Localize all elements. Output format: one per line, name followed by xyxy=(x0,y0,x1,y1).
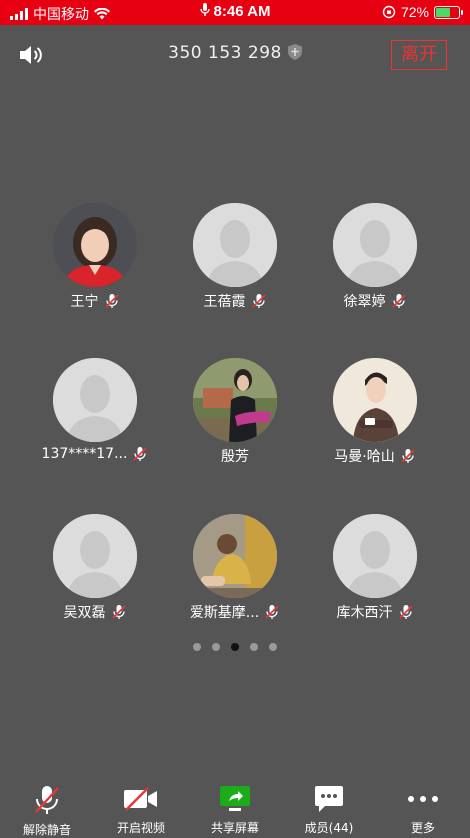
share-screen-icon xyxy=(220,786,250,811)
person-illustration-icon xyxy=(333,358,417,442)
unmute-button[interactable]: 解除静音 xyxy=(0,772,94,837)
default-avatar-icon xyxy=(333,203,417,287)
default-avatar-icon xyxy=(193,203,277,287)
page-dot[interactable] xyxy=(193,643,201,651)
microphone-icon xyxy=(199,3,210,16)
default-avatar-icon xyxy=(333,514,417,598)
start-video-button[interactable]: 开启视频 xyxy=(94,772,188,836)
meeting-id-text: 350 153 298 xyxy=(168,43,282,63)
more-label: 更多 xyxy=(410,821,435,835)
page-dot[interactable] xyxy=(250,643,258,651)
more-icon xyxy=(408,796,438,802)
participant-name: 库木西汗 xyxy=(336,605,393,621)
avatar xyxy=(193,203,277,287)
members-label: 成员(44) xyxy=(304,821,354,835)
participant-name: 徐翠婷 xyxy=(343,294,386,310)
mic-muted-icon xyxy=(251,294,266,308)
clock: 8:46 AM xyxy=(213,3,271,20)
avatar xyxy=(333,514,417,598)
shield-icon xyxy=(287,44,302,60)
participant-name: 王蓓霞 xyxy=(203,294,246,310)
meeting-header: 350 153 298 离开 xyxy=(0,25,470,85)
participant-name: 殷芳 xyxy=(221,449,249,465)
participant-tile[interactable]: 殷芳 xyxy=(160,358,310,466)
members-button[interactable]: 成员(44) xyxy=(282,772,376,836)
person-photo-icon xyxy=(193,358,277,442)
participant-name: 137****17... xyxy=(41,446,128,462)
meeting-toolbar: 解除静音 开启视频 共享屏幕 成员(44) 更多 xyxy=(0,772,470,837)
avatar xyxy=(53,514,137,598)
battery-percent: 72% xyxy=(400,4,429,20)
avatar xyxy=(193,358,277,442)
page-dot[interactable] xyxy=(231,643,239,651)
mic-muted-icon xyxy=(265,605,279,619)
share-screen-button[interactable]: 共享屏幕 xyxy=(188,772,282,836)
participant-tile[interactable]: 王宁 xyxy=(20,203,170,311)
mic-muted-icon xyxy=(104,294,119,308)
participant-tile[interactable]: 库木西汗 xyxy=(300,514,450,622)
avatar xyxy=(53,203,137,287)
start-video-label: 开启视频 xyxy=(116,821,165,835)
participant-name: 爱斯基摩... xyxy=(189,605,260,621)
battery-icon xyxy=(434,5,463,19)
mic-muted-icon xyxy=(111,605,126,619)
child-photo-icon xyxy=(193,514,277,598)
default-avatar-icon xyxy=(53,514,137,598)
default-avatar-icon xyxy=(53,358,137,442)
video-off-icon xyxy=(124,787,157,811)
avatar xyxy=(333,358,417,442)
participant-name: 吴双磊 xyxy=(63,605,106,621)
unmute-label: 解除静音 xyxy=(22,823,71,837)
participant-name: 马曼·哈山 xyxy=(334,449,395,465)
participant-name: 王宁 xyxy=(70,294,99,310)
status-bar: 中国移动 8:46 AM 72% xyxy=(0,0,470,25)
participant-tile[interactable]: 吴双磊 xyxy=(20,514,170,622)
page-indicator[interactable] xyxy=(0,643,470,651)
page-dot[interactable] xyxy=(269,643,277,651)
mic-muted-icon xyxy=(35,786,59,814)
avatar xyxy=(333,203,417,287)
mic-muted-icon xyxy=(391,294,406,308)
mic-muted-icon xyxy=(401,449,415,463)
orientation-lock-icon xyxy=(382,5,396,19)
chat-bubble-icon xyxy=(315,786,343,812)
participant-tile[interactable]: 137****17... xyxy=(20,358,170,462)
leave-button[interactable]: 离开 xyxy=(391,40,447,70)
participant-tile[interactable]: 马曼·哈山 xyxy=(300,358,450,466)
avatar xyxy=(53,358,137,442)
participant-tile[interactable]: 爱斯基摩... xyxy=(160,514,310,622)
share-screen-label: 共享屏幕 xyxy=(210,821,259,835)
participant-tile[interactable]: 王蓓霞 xyxy=(160,203,310,311)
participant-tile[interactable]: 徐翠婷 xyxy=(300,203,450,311)
more-button[interactable]: 更多 xyxy=(376,772,470,836)
mic-muted-icon xyxy=(398,605,413,619)
page-dot[interactable] xyxy=(212,643,220,651)
person-photo-icon xyxy=(53,203,137,287)
avatar xyxy=(193,514,277,598)
mic-muted-icon xyxy=(133,447,148,461)
